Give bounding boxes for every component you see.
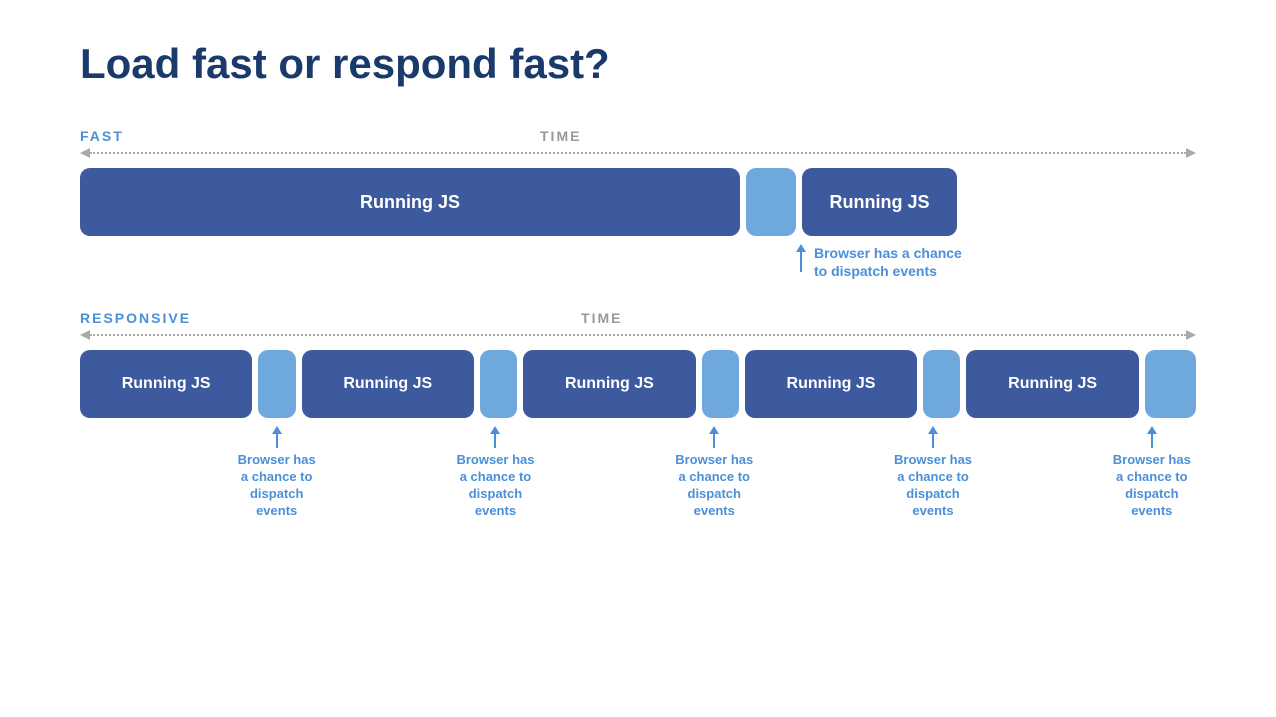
fast-section: FAST TIME Running JS Running JS Browser … [80,128,1196,280]
resp-annotation-1: Browser has a chance to dispatch events [232,426,320,520]
resp-running-js-2: Running JS [302,350,474,418]
fast-timeline-arrow [80,148,1196,158]
resp-running-js-5: Running JS [966,350,1138,418]
fast-annotation-arrowhead [796,244,806,252]
resp-ann-line-4 [932,434,934,448]
fast-running-js-block-1: Running JS [80,168,740,236]
resp-ann-text-2: Browser has a chance to dispatch events [451,452,539,520]
resp-ann-text-5: Browser has a chance to dispatch events [1108,452,1196,520]
resp-ann-arrow-3 [709,426,719,448]
responsive-arrow-head [1186,330,1196,340]
responsive-arrow-tail [80,330,90,340]
resp-ann-arrow-5 [1147,426,1157,448]
resp-ann-arrow-4 [928,426,938,448]
fast-gap-block [746,168,796,236]
resp-annotation-5: Browser has a chance to dispatch events [1108,426,1196,520]
resp-ann-arrowhead-4 [928,426,938,434]
fast-time-label: TIME [540,128,581,144]
fast-annotation-arrow [796,244,806,272]
fast-annotation-line [800,252,802,272]
resp-ann-line-1 [276,434,278,448]
resp-ann-arrow-1 [272,426,282,448]
resp-ann-arrowhead-5 [1147,426,1157,434]
resp-running-js-1: Running JS [80,350,252,418]
resp-gap-1 [258,350,295,418]
resp-ann-text-3: Browser has a chance to dispatch events [670,452,758,520]
resp-annotation-4: Browser has a chance to dispatch events [889,426,977,520]
fast-annotation-text: Browser has a chance to dispatch events [814,244,964,280]
resp-gap-3 [702,350,739,418]
resp-ann-line-2 [494,434,496,448]
resp-gap-5 [1145,350,1196,418]
resp-ann-arrowhead-2 [490,426,500,434]
page-title: Load fast or respond fast? [80,40,1196,88]
resp-ann-arrowhead-3 [709,426,719,434]
resp-annotation-2: Browser has a chance to dispatch events [451,426,539,520]
resp-gap-2 [480,350,517,418]
responsive-label: RESPONSIVE [80,310,191,326]
responsive-header-row: RESPONSIVE TIME [80,310,1196,326]
resp-running-js-4: Running JS [745,350,917,418]
responsive-blocks-row: Running JS Running JS Running JS Running… [80,350,1196,418]
resp-annotation-3: Browser has a chance to dispatch events [670,426,758,520]
fast-blocks-row: Running JS Running JS [80,168,1196,236]
fast-arrow-head [1186,148,1196,158]
responsive-arrow-line [90,334,1186,336]
fast-running-js-block-2: Running JS [802,168,957,236]
fast-header-row: FAST TIME [80,128,1196,144]
fast-annotation: Browser has a chance to dispatch events [796,244,1196,280]
resp-running-js-3: Running JS [523,350,695,418]
resp-ann-line-3 [713,434,715,448]
responsive-annotations-row: Browser has a chance to dispatch events … [80,426,1196,520]
resp-ann-line-5 [1151,434,1153,448]
resp-ann-arrow-2 [490,426,500,448]
resp-gap-4 [923,350,960,418]
responsive-timeline-arrow [80,330,1196,340]
fast-arrow-tail [80,148,90,158]
resp-ann-text-4: Browser has a chance to dispatch events [889,452,977,520]
responsive-section: RESPONSIVE TIME Running JS Running JS Ru… [80,310,1196,520]
resp-ann-text-1: Browser has a chance to dispatch events [232,452,320,520]
resp-ann-arrowhead-1 [272,426,282,434]
fast-arrow-line [90,152,1186,154]
responsive-time-label: TIME [581,310,622,326]
fast-label: FAST [80,128,180,144]
